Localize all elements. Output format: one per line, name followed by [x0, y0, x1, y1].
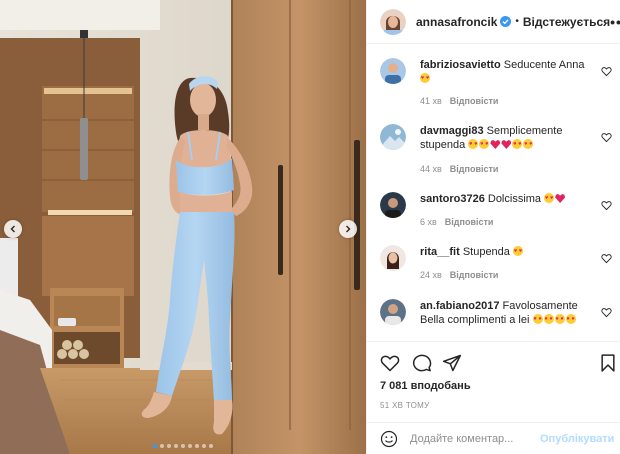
header-separator: • — [515, 16, 519, 27]
commenter-avatar[interactable] — [380, 58, 406, 84]
reply-button[interactable]: Відповісти — [450, 96, 499, 106]
comment-username[interactable]: rita__fit — [420, 246, 460, 258]
smiley-icon[interactable] — [380, 430, 398, 448]
comment-meta: 24 хв Відповісти — [420, 270, 498, 280]
comment-like-heart-icon[interactable] — [601, 66, 612, 77]
comment-like-heart-icon[interactable] — [601, 132, 612, 143]
comment-username[interactable]: an.fabiano2017 — [420, 300, 499, 312]
heart-emoji — [501, 140, 512, 149]
bookmark-icon[interactable] — [598, 353, 618, 373]
author-avatar[interactable] — [380, 8, 406, 35]
post-actions-divider — [367, 341, 620, 342]
comment-like-heart-icon[interactable] — [601, 200, 612, 211]
post-timestamp: 51 ХВ ТОМУ — [380, 401, 430, 410]
comment-emojis — [468, 139, 534, 151]
comment-time: 6 хв — [420, 217, 437, 227]
comment-username[interactable]: santoro3726 — [420, 193, 485, 205]
heart-emoji — [555, 194, 566, 203]
comment-emojis — [532, 314, 577, 326]
heart-eyes-emoji — [420, 73, 430, 83]
verified-badge-icon — [500, 16, 512, 27]
reply-button[interactable]: Відповісти — [450, 164, 499, 174]
chevron-right-icon — [346, 225, 351, 233]
instagram-post: annasafroncik • Відстежується ••• fabriz… — [0, 0, 620, 454]
carousel-dot — [209, 444, 213, 448]
heart-eyes-emoji — [544, 193, 555, 203]
heart-eyes-emoji — [565, 314, 576, 324]
following-status-button[interactable]: Відстежується — [523, 15, 610, 29]
share-icon[interactable] — [442, 353, 462, 373]
room-photo-illustration — [0, 0, 366, 454]
comment-time: 24 хв — [420, 270, 442, 280]
heart-eyes-emoji — [523, 139, 534, 149]
reply-button[interactable]: Відповісти — [445, 217, 494, 227]
comment-like-heart-icon[interactable] — [601, 307, 612, 318]
carousel-indicator — [0, 444, 366, 448]
carousel-dot — [202, 444, 206, 448]
carousel-dot — [174, 444, 178, 448]
comment-message: Seducente Anna — [503, 59, 585, 71]
carousel-dot — [167, 444, 171, 448]
comment-text: rita__fit Stupenda — [420, 245, 588, 259]
post-side-panel: annasafroncik • Відстежується ••• fabriz… — [366, 0, 620, 454]
comment-time: 41 хв — [420, 96, 442, 106]
post-header: annasafroncik • Відстежується ••• — [367, 0, 620, 44]
heart-icon[interactable] — [380, 353, 400, 373]
carousel-dot — [181, 444, 185, 448]
reply-button[interactable]: Відповісти — [450, 270, 499, 280]
comment-emojis — [544, 193, 566, 205]
heart-emoji — [490, 140, 501, 149]
publish-button[interactable]: Опублікувати — [540, 433, 614, 445]
comment-meta: 41 хв Відповісти — [420, 96, 498, 106]
heart-eyes-emoji — [554, 314, 565, 324]
carousel-dot — [153, 444, 157, 448]
post-photo — [0, 0, 366, 454]
comment-icon[interactable] — [412, 353, 432, 373]
heart-eyes-emoji — [512, 139, 523, 149]
carousel-dot — [160, 444, 164, 448]
carousel-dot — [188, 444, 192, 448]
commenter-avatar[interactable] — [380, 245, 406, 271]
heart-eyes-emoji — [543, 314, 554, 324]
comment-text: davmaggi83 Semplicemente stupenda — [420, 124, 588, 152]
comment-username[interactable]: fabriziosavietto — [420, 59, 501, 71]
comment-message: Stupenda — [462, 246, 510, 258]
comment-input[interactable] — [410, 432, 540, 445]
next-slide-button[interactable] — [339, 220, 357, 238]
more-options-button[interactable]: ••• — [610, 15, 620, 29]
heart-eyes-emoji — [468, 139, 479, 149]
comment-text: santoro3726 Dolcissima — [420, 192, 588, 206]
comment-message: Dolcissima — [487, 193, 542, 205]
comment-emojis — [512, 246, 524, 258]
comment-emojis — [420, 73, 431, 85]
post-actions — [380, 353, 615, 375]
previous-slide-button[interactable] — [4, 220, 22, 238]
heart-eyes-emoji — [532, 314, 543, 324]
add-comment-bar: Опублікувати — [367, 422, 620, 454]
likes-count[interactable]: 7 081 вподобань — [380, 380, 471, 392]
commenter-avatar[interactable] — [380, 192, 406, 218]
comment-username[interactable]: davmaggi83 — [420, 125, 484, 137]
comment-like-heart-icon[interactable] — [601, 253, 612, 264]
comment-time: 44 хв — [420, 164, 442, 174]
commenter-avatar[interactable] — [380, 124, 406, 150]
heart-eyes-emoji — [512, 246, 523, 256]
comment-meta: 44 хв Відповісти — [420, 164, 498, 174]
heart-eyes-emoji — [479, 139, 490, 149]
author-username[interactable]: annasafroncik — [416, 15, 497, 29]
chevron-left-icon — [10, 225, 15, 233]
carousel-dot — [195, 444, 199, 448]
commenter-avatar[interactable] — [380, 299, 406, 325]
comment-meta: 6 хв Відповісти — [420, 217, 493, 227]
comment-text: fabriziosavietto Seducente Anna — [420, 58, 588, 86]
comment-text: an.fabiano2017 Favolosamente Bella compl… — [420, 299, 588, 327]
